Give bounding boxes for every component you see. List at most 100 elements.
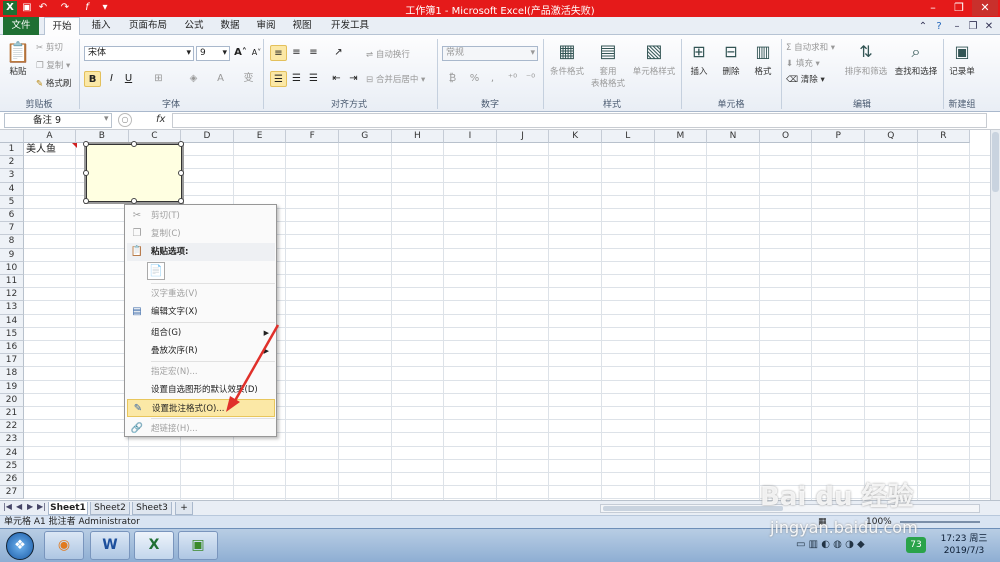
row-header-12[interactable]: 12 bbox=[0, 288, 24, 302]
horizontal-scroll-thumb[interactable] bbox=[603, 506, 783, 511]
conditional-format-button[interactable]: ▦ 条件格式 bbox=[548, 39, 586, 77]
row-header-18[interactable]: 18 bbox=[0, 367, 24, 381]
select-all-corner[interactable] bbox=[0, 130, 24, 143]
column-header-f[interactable]: F bbox=[286, 130, 339, 143]
system-clock[interactable]: 17:23 周三 2019/7/3 bbox=[934, 533, 994, 557]
cell-a1[interactable]: 美人鱼 bbox=[26, 143, 56, 156]
row-header-7[interactable]: 7 bbox=[0, 222, 24, 236]
delete-cells-button[interactable]: ⊟ 删除 bbox=[716, 39, 746, 77]
new-sheet-icon[interactable]: + bbox=[175, 502, 193, 515]
resize-handle[interactable] bbox=[83, 141, 89, 147]
resize-handle[interactable] bbox=[178, 141, 184, 147]
copy-button[interactable]: ❐ 复制 ▾ bbox=[36, 59, 70, 71]
formula-circle-icon[interactable]: ○ bbox=[118, 113, 132, 127]
restore-icon[interactable]: ❐ bbox=[946, 0, 972, 16]
row-header-2[interactable]: 2 bbox=[0, 156, 24, 170]
row-header-23[interactable]: 23 bbox=[0, 433, 24, 447]
font-color-icon[interactable]: A bbox=[212, 71, 229, 87]
italic-button[interactable]: I bbox=[103, 71, 120, 87]
sheet-nav-first-icon[interactable]: |◀ bbox=[3, 502, 12, 511]
column-header-q[interactable]: Q bbox=[865, 130, 918, 143]
menu-item-copy[interactable]: ❐ 复制(C) bbox=[127, 225, 275, 243]
row-header-10[interactable]: 10 bbox=[0, 261, 24, 275]
row-header-19[interactable]: 19 bbox=[0, 380, 24, 394]
paste-button[interactable]: 📋 粘贴 bbox=[5, 39, 31, 91]
doc-close-icon[interactable]: ✕ bbox=[982, 20, 996, 33]
resize-handle[interactable] bbox=[83, 198, 89, 204]
currency-icon[interactable]: ₿ bbox=[444, 71, 461, 87]
row-header-20[interactable]: 20 bbox=[0, 393, 24, 407]
sort-filter-button[interactable]: ⇅ 排序和筛选 bbox=[842, 39, 890, 77]
font-size-select[interactable]: 9 ▾ bbox=[196, 46, 230, 61]
menu-item-hyperlink[interactable]: 🔗 超链接(H)... bbox=[127, 420, 275, 438]
taskbar-excel-icon[interactable]: X bbox=[134, 531, 174, 560]
sheet-tab-sheet1[interactable]: Sheet1 bbox=[48, 502, 88, 515]
cell-styles-button[interactable]: ▧ 单元格样式 bbox=[630, 39, 678, 77]
row-header-25[interactable]: 25 bbox=[0, 459, 24, 473]
align-top-icon[interactable]: ≡ bbox=[270, 45, 287, 61]
cut-button[interactable]: ✂ 剪切 bbox=[36, 41, 63, 53]
decrease-decimal-icon[interactable]: ⁻⁰ bbox=[522, 71, 539, 87]
doc-restore-icon[interactable]: ❐ bbox=[966, 20, 980, 33]
row-header-17[interactable]: 17 bbox=[0, 354, 24, 368]
phonetic-icon[interactable]: 变 bbox=[240, 71, 257, 87]
column-header-a[interactable]: A bbox=[24, 130, 76, 143]
column-header-n[interactable]: N bbox=[707, 130, 760, 143]
row-header-15[interactable]: 15 bbox=[0, 327, 24, 341]
column-header-m[interactable]: M bbox=[654, 130, 708, 143]
align-left-icon[interactable]: ☰ bbox=[270, 71, 287, 87]
bold-button[interactable]: B bbox=[84, 71, 101, 87]
tab-developer[interactable]: 开发工具 bbox=[324, 17, 376, 35]
sheet-nav-next-icon[interactable]: ▶ bbox=[27, 502, 33, 511]
row-header-11[interactable]: 11 bbox=[0, 275, 24, 289]
row-header-26[interactable]: 26 bbox=[0, 473, 24, 487]
row-header-5[interactable]: 5 bbox=[0, 195, 24, 209]
grow-font-button[interactable]: A˄ bbox=[232, 45, 249, 61]
name-box-dropdown-icon[interactable]: ▾ bbox=[104, 114, 109, 124]
row-header-22[interactable]: 22 bbox=[0, 420, 24, 434]
close-icon[interactable]: ✕ bbox=[972, 0, 998, 16]
insert-cells-button[interactable]: ⊞ 插入 bbox=[684, 39, 714, 77]
tab-data[interactable]: 数据 bbox=[214, 17, 246, 35]
border-icon[interactable]: ⊞ bbox=[150, 71, 167, 87]
insert-function-button[interactable]: fx bbox=[156, 114, 165, 125]
menu-item-edit-text[interactable]: ▤ 编辑文字(X) bbox=[127, 303, 275, 321]
ribbon-collapse-icon[interactable]: ⌃ bbox=[916, 20, 930, 33]
tab-view[interactable]: 视图 bbox=[286, 17, 318, 35]
taskbar-picture-icon[interactable]: ▣ bbox=[178, 531, 218, 560]
decrease-indent-icon[interactable]: ⇤ bbox=[328, 71, 345, 87]
column-header-g[interactable]: G bbox=[339, 130, 392, 143]
row-header-6[interactable]: 6 bbox=[0, 209, 24, 223]
column-header-h[interactable]: H bbox=[391, 130, 445, 143]
increase-indent-icon[interactable]: ⇥ bbox=[345, 71, 362, 87]
column-header-c[interactable]: C bbox=[128, 130, 182, 143]
clear-button[interactable]: ⌫ 清除 ▾ bbox=[786, 73, 825, 85]
sheet-tab-sheet3[interactable]: Sheet3 bbox=[132, 502, 172, 515]
increase-decimal-icon[interactable]: ⁺⁰ bbox=[504, 71, 521, 87]
row-header-13[interactable]: 13 bbox=[0, 301, 24, 315]
row-header-3[interactable]: 3 bbox=[0, 169, 24, 183]
number-format-select[interactable]: 常规 ▾ bbox=[442, 46, 538, 61]
vertical-scrollbar[interactable] bbox=[990, 130, 1000, 500]
row-header-16[interactable]: 16 bbox=[0, 341, 24, 355]
column-header-i[interactable]: I bbox=[444, 130, 497, 143]
format-cells-button[interactable]: ▥ 格式 bbox=[748, 39, 778, 77]
doc-minimize-icon[interactable]: – bbox=[950, 20, 964, 33]
name-box[interactable]: 备注 9 bbox=[4, 113, 112, 128]
tab-file[interactable]: 文件 bbox=[3, 17, 39, 35]
align-middle-icon[interactable]: ≡ bbox=[288, 45, 305, 61]
column-header-r[interactable]: R bbox=[917, 130, 971, 143]
tab-insert[interactable]: 插入 bbox=[84, 17, 118, 35]
align-bottom-icon[interactable]: ≡ bbox=[305, 45, 322, 61]
menu-item-cut[interactable]: ✂ 剪切(T) bbox=[127, 207, 275, 225]
row-header-9[interactable]: 9 bbox=[0, 248, 24, 262]
formula-input[interactable] bbox=[172, 113, 987, 128]
row-header-1[interactable]: 1 bbox=[0, 143, 24, 157]
row-header-27[interactable]: 27 bbox=[0, 486, 24, 500]
comment-box[interactable] bbox=[83, 141, 184, 204]
sheet-nav-last-icon[interactable]: ▶| bbox=[37, 502, 46, 511]
align-center-icon[interactable]: ☰ bbox=[288, 71, 305, 87]
column-header-k[interactable]: K bbox=[549, 130, 602, 143]
column-header-d[interactable]: D bbox=[181, 130, 234, 143]
tab-home[interactable]: 开始 bbox=[44, 17, 80, 35]
